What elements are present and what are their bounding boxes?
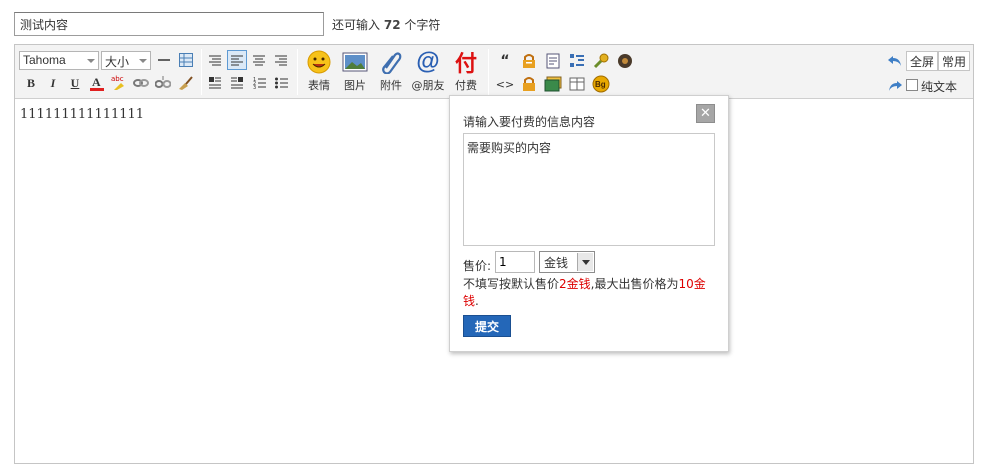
font-family-value: Tahoma [23, 53, 66, 67]
counter-prefix: 还可输入 [332, 18, 381, 32]
hr-icon[interactable] [154, 50, 174, 70]
layout-icon[interactable] [567, 74, 587, 94]
toolbar-separator [488, 49, 489, 95]
common-label: 常用 [942, 55, 967, 69]
lock-icon[interactable] [519, 74, 539, 94]
font-color-icon[interactable]: A [87, 73, 107, 93]
emoji-button[interactable]: 表情 [301, 47, 337, 99]
emoji-label: 表情 [308, 79, 330, 92]
svg-text:3: 3 [253, 85, 256, 89]
font-size-value: 大小 [105, 55, 130, 69]
plaintext-checkbox[interactable] [906, 79, 918, 91]
code-icon[interactable]: <> [495, 74, 515, 94]
clear-format-icon[interactable] [175, 73, 195, 93]
close-icon[interactable]: ✕ [696, 104, 715, 123]
image-label: 图片 [344, 79, 366, 92]
svg-text:A: A [92, 75, 101, 89]
plaintext-label: 纯文本 [921, 80, 958, 94]
pay-content-dialog: 请输入要付费的信息内容 ✕ 需要购买的内容 售价: 金钱 不填写按默认售价2金钱… [449, 95, 729, 352]
ordered-list-icon[interactable]: 123 [249, 73, 269, 93]
font-family-select[interactable]: Tahoma [19, 51, 99, 70]
toolbar-separator [297, 49, 298, 95]
redo-icon[interactable] [885, 76, 905, 96]
submit-button[interactable]: 提交 [463, 315, 511, 337]
pay-label: 付费 [455, 79, 477, 92]
pay-icon: 付 [448, 47, 484, 77]
image-button[interactable]: 图片 [337, 47, 373, 99]
align-center-icon[interactable] [249, 50, 269, 70]
hidden-content-icon[interactable] [519, 51, 539, 71]
align-left-icon[interactable] [227, 50, 247, 70]
dialog-title: 请输入要付费的信息内容 [463, 115, 596, 129]
currency-value: 金钱 [544, 256, 569, 270]
pay-button[interactable]: 付 付费 [448, 47, 484, 99]
page-icon[interactable] [543, 51, 563, 71]
bg-icon[interactable]: Bg [591, 74, 611, 94]
attachment-label: 附件 [380, 79, 402, 92]
bg-glyph: Bg [595, 80, 606, 89]
index-icon[interactable] [567, 51, 587, 71]
at-icon: @ [416, 48, 440, 75]
price-input[interactable] [495, 251, 535, 273]
paperclip-icon [373, 47, 409, 77]
align-justify-icon[interactable] [205, 50, 225, 70]
picture-icon [337, 47, 373, 77]
unlink-icon[interactable] [153, 73, 173, 93]
float-left-icon[interactable] [205, 73, 225, 93]
note-text: . [475, 294, 479, 308]
bold-icon[interactable]: B [21, 73, 41, 93]
paid-content-textarea[interactable]: 需要购买的内容 [463, 133, 715, 246]
key-icon[interactable] [591, 51, 611, 71]
font-size-select[interactable]: 大小 [101, 51, 151, 70]
note-text: 不填写按默认售价 [463, 277, 560, 291]
currency-select[interactable]: 金钱 [539, 251, 595, 273]
smiley-icon [301, 47, 337, 77]
counter-suffix: 个字符 [404, 18, 441, 32]
attachment-button[interactable]: 附件 [373, 47, 409, 99]
code-glyph: <> [495, 77, 515, 91]
fullscreen-label: 全屏 [910, 55, 935, 69]
image-gallery-icon[interactable] [543, 74, 563, 94]
at-friend-label: @朋友 [411, 79, 445, 92]
table-icon[interactable] [176, 50, 196, 70]
undo-icon[interactable] [885, 51, 905, 71]
counter-count: 72 [383, 18, 401, 32]
pay-icon-text: 付 [454, 52, 477, 77]
fullscreen-button[interactable]: 全屏 [906, 51, 939, 71]
price-label: 售价: [463, 259, 492, 273]
note-default-price: 2金钱 [559, 277, 591, 291]
note-text: ,最大出售价格为 [590, 277, 679, 291]
align-right-icon[interactable] [271, 50, 291, 70]
media-icon[interactable] [615, 51, 635, 71]
toolbar-separator [201, 49, 202, 95]
chevron-down-icon [577, 253, 593, 271]
unordered-list-icon[interactable] [271, 73, 291, 93]
editor-content[interactable]: 111111111111111 [20, 107, 144, 122]
highlight-icon[interactable]: abc [109, 73, 129, 93]
underline-icon[interactable]: U [65, 73, 85, 93]
float-right-icon[interactable] [227, 73, 247, 93]
char-counter: 还可输入 72 个字符 [332, 16, 440, 33]
quote-glyph: “ [500, 53, 510, 69]
quote-icon[interactable]: “ [495, 51, 515, 71]
svg-text:abc: abc [111, 75, 124, 83]
link-icon[interactable] [131, 73, 151, 93]
price-note: 不填写按默认售价2金钱,最大出售价格为10金钱. [463, 276, 718, 310]
subject-input[interactable] [14, 12, 324, 36]
editor-toolbar: Tahoma 大小 B I U A abc 123 表情 图片 附件 @ @朋友… [15, 45, 973, 99]
italic-icon[interactable]: I [43, 73, 63, 93]
at-friend-button[interactable]: @ @朋友 [410, 47, 446, 99]
common-button[interactable]: 常用 [938, 51, 971, 71]
